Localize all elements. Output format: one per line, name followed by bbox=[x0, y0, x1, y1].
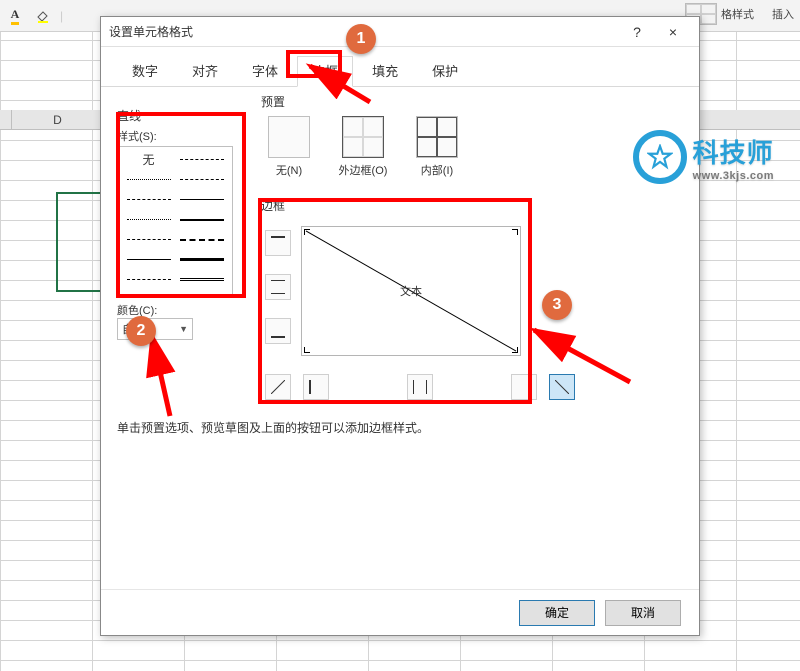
watermark-url: www.3kjs.com bbox=[693, 170, 774, 182]
tab-number[interactable]: 数字 bbox=[117, 56, 173, 87]
style-opt[interactable] bbox=[175, 271, 228, 288]
dialog-titlebar: 设置单元格格式 ? × bbox=[101, 17, 699, 47]
dialog-title: 设置单元格格式 bbox=[109, 23, 619, 40]
style-opt[interactable] bbox=[122, 171, 175, 188]
tab-font[interactable]: 字体 bbox=[237, 56, 293, 87]
help-button[interactable]: ? bbox=[619, 20, 655, 44]
watermark-logo-icon bbox=[633, 130, 687, 184]
border-section-label: 边框 bbox=[261, 197, 591, 214]
help-text: 单击预置选项、预览草图及上面的按钮可以添加边框样式。 bbox=[117, 419, 429, 436]
style-opt[interactable] bbox=[122, 271, 175, 288]
border-diag-down-button[interactable] bbox=[549, 374, 575, 400]
dialog-tabs: 数字 对齐 字体 边框 填充 保护 bbox=[101, 47, 699, 87]
tab-fill[interactable]: 填充 bbox=[357, 56, 413, 87]
style-opt[interactable] bbox=[122, 231, 175, 248]
style-opt[interactable] bbox=[122, 251, 175, 268]
border-preview[interactable]: 文本 bbox=[301, 226, 521, 356]
style-opt[interactable] bbox=[175, 211, 228, 228]
active-cell-outline bbox=[56, 192, 102, 292]
style-opt[interactable] bbox=[175, 251, 228, 268]
preview-text: 文本 bbox=[400, 283, 422, 299]
dialog-footer: 确定 取消 bbox=[101, 589, 699, 635]
preset-inside[interactable]: 内部(I) bbox=[409, 116, 465, 178]
tab-protect[interactable]: 保护 bbox=[417, 56, 473, 87]
style-none[interactable]: 无 bbox=[122, 151, 175, 168]
preset-section-label: 预置 bbox=[261, 93, 465, 110]
border-right-button[interactable] bbox=[511, 374, 537, 400]
fill-color-button[interactable] bbox=[32, 6, 54, 26]
style-opt[interactable] bbox=[122, 211, 175, 228]
cancel-button[interactable]: 取消 bbox=[605, 600, 681, 626]
color-value: 自动 bbox=[122, 321, 144, 337]
border-top-button[interactable] bbox=[265, 230, 291, 256]
close-button[interactable]: × bbox=[655, 20, 691, 44]
ribbon-right: 格样式 插入 bbox=[685, 0, 794, 28]
insert-label[interactable]: 插入 bbox=[772, 6, 794, 22]
preset-outline[interactable]: 外边框(O) bbox=[335, 116, 391, 178]
border-bottom-button[interactable] bbox=[265, 318, 291, 344]
tab-align[interactable]: 对齐 bbox=[177, 56, 233, 87]
dialog-body: 直线 样式(S): 无 颜色(C): 自动 ▼ bbox=[101, 87, 699, 589]
format-cells-dialog: 设置单元格格式 ? × 数字 对齐 字体 边框 填充 保护 直线 样式(S): … bbox=[100, 16, 700, 636]
font-color-button[interactable]: A bbox=[4, 6, 26, 26]
cell-styles-label: 格样式 bbox=[721, 6, 754, 22]
border-left-button[interactable] bbox=[303, 374, 329, 400]
line-style-list[interactable]: 无 bbox=[117, 146, 233, 296]
line-section-label: 直线 bbox=[117, 107, 247, 124]
chevron-down-icon: ▼ bbox=[179, 324, 188, 334]
border-middle-v-button[interactable] bbox=[407, 374, 433, 400]
col-D[interactable]: D bbox=[12, 110, 104, 129]
border-diag-up-button[interactable] bbox=[265, 374, 291, 400]
border-middle-h-button[interactable] bbox=[265, 274, 291, 300]
ok-button[interactable]: 确定 bbox=[519, 600, 595, 626]
watermark: 科技师 www.3kjs.com bbox=[633, 130, 774, 184]
color-dropdown[interactable]: 自动 ▼ bbox=[117, 318, 193, 340]
style-opt[interactable] bbox=[175, 191, 228, 208]
style-opt[interactable] bbox=[175, 171, 228, 188]
color-label: 颜色(C): bbox=[117, 302, 247, 318]
style-label: 样式(S): bbox=[117, 128, 247, 144]
tab-border[interactable]: 边框 bbox=[297, 56, 353, 87]
style-opt[interactable] bbox=[122, 191, 175, 208]
style-opt[interactable] bbox=[175, 231, 228, 248]
style-opt[interactable] bbox=[175, 151, 228, 168]
watermark-brand: 科技师 bbox=[693, 133, 774, 170]
preset-none[interactable]: 无(N) bbox=[261, 116, 317, 178]
